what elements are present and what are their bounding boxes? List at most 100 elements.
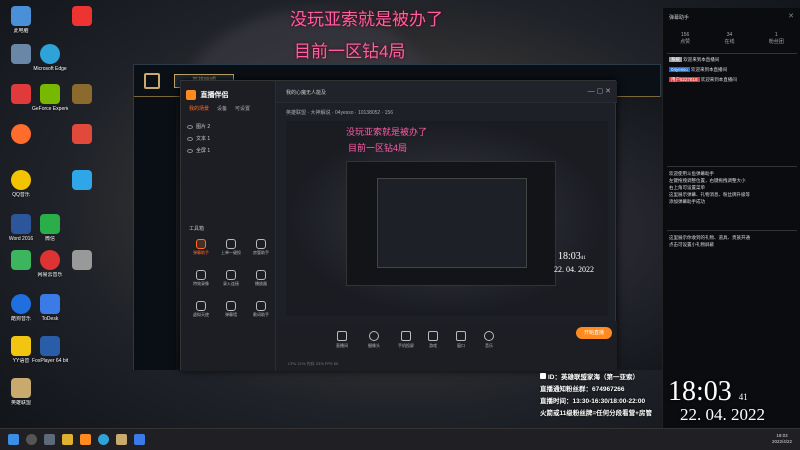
close-icon[interactable]: ✕ bbox=[788, 12, 794, 20]
qqmusic-icon bbox=[11, 170, 31, 190]
helper-logo: 直播伴侣 bbox=[186, 86, 246, 100]
bottom-tool[interactable]: 摄像头 bbox=[368, 331, 380, 349]
tool-icon bbox=[256, 239, 266, 249]
tab-settings[interactable]: 可设置 bbox=[235, 105, 250, 112]
preview-clock: 18:0341 bbox=[558, 251, 586, 262]
desktop-icon[interactable] bbox=[3, 84, 39, 128]
search-icon[interactable] bbox=[26, 434, 37, 445]
app-64-icon bbox=[72, 6, 92, 26]
tool-item[interactable]: 歌词助手 bbox=[247, 301, 275, 318]
streamer-id: ID：英雄联盟家海（第一亚索） bbox=[540, 371, 639, 381]
tool-icon bbox=[196, 301, 206, 311]
eye-icon[interactable] bbox=[187, 124, 193, 129]
danmu-icon bbox=[196, 239, 206, 249]
desktop-icon[interactable]: QQ音乐 bbox=[3, 170, 39, 214]
bottom-tool[interactable]: 手机投屏 bbox=[398, 331, 414, 349]
yy-icon bbox=[11, 336, 31, 356]
stream-overlay-line2: 目前一区钻4局 bbox=[294, 42, 406, 61]
tool-item[interactable]: 特效录像 bbox=[187, 270, 215, 287]
desktop-icon[interactable] bbox=[64, 170, 100, 214]
eye-icon[interactable] bbox=[187, 148, 193, 153]
desktop-icon[interactable]: 英雄联盟 bbox=[3, 378, 39, 422]
panel-notice: 欢迎使用斗鱼弹幕助手 左键拖拽调整位置，右键拖拽调整大小 右上角可设置菜单 这里… bbox=[669, 171, 750, 204]
douyu-taskbar-icon[interactable] bbox=[80, 434, 91, 445]
stat-online: 34 在线 bbox=[724, 32, 735, 45]
lol-sidebar bbox=[134, 97, 176, 370]
system-clock[interactable]: 18:03 2022/4/22 bbox=[772, 433, 792, 445]
live-meta-bar: 英雄联盟 · 大神解说 · 04yesso · 10138052 · 156 bbox=[286, 110, 393, 116]
foxplayer-icon bbox=[40, 336, 60, 356]
tool-icon bbox=[256, 270, 266, 280]
tool-item[interactable]: 虚拟天使 bbox=[187, 301, 215, 318]
kugou-icon bbox=[11, 294, 31, 314]
nested-preview bbox=[346, 161, 556, 286]
lol-taskbar-icon[interactable] bbox=[116, 434, 127, 445]
preview-overlay-line2: 目前一区钻4局 bbox=[348, 143, 408, 153]
tab-scenes[interactable]: 我的场景 bbox=[189, 105, 209, 112]
taskbar: 18:03 2022/4/22 bbox=[0, 428, 800, 450]
start-icon[interactable] bbox=[8, 434, 19, 445]
bottom-tool[interactable]: 直播间 bbox=[336, 331, 348, 349]
scene-item[interactable]: 全屏 1 bbox=[187, 147, 210, 154]
lol-icon bbox=[11, 378, 31, 398]
desktop-icon[interactable] bbox=[3, 124, 39, 168]
browser-icon bbox=[72, 170, 92, 190]
tool-item[interactable]: 播放器 bbox=[247, 270, 275, 287]
douyu-helper-window[interactable]: 直播伴侣 我的场景 设备 可设置 图片 2 文本 1 全屏 1 工具箱 弹幕助手… bbox=[180, 80, 617, 371]
desktop-icon-area: 此电脑 FoxPlayer 64 bit 微信 Microsoft Edge G… bbox=[0, 0, 125, 420]
bottom-tool[interactable]: 窗口 bbox=[456, 331, 466, 349]
netease-music-icon bbox=[40, 250, 60, 270]
desktop-icon[interactable] bbox=[64, 6, 100, 50]
music-icon bbox=[484, 331, 494, 341]
desktop-icon[interactable]: ToDesk bbox=[32, 294, 68, 338]
desktop-icon[interactable]: YY语音 bbox=[3, 336, 39, 380]
divider bbox=[667, 53, 797, 54]
edge-taskbar-icon[interactable] bbox=[98, 434, 109, 445]
stat-likes: 156 点赞 bbox=[680, 32, 691, 45]
desktop-icon[interactable] bbox=[3, 250, 39, 294]
scene-item[interactable]: 文本 1 bbox=[187, 135, 210, 142]
tool-item[interactable]: 录入连接 bbox=[217, 270, 245, 287]
stream-preview[interactable]: 没玩亚索就是被办了 目前一区钻4局 18:0341 22. 04. 2022 bbox=[286, 121, 608, 316]
start-live-button[interactable]: 开始直播 bbox=[576, 327, 612, 339]
tool-item[interactable]: 弹幕墙 bbox=[217, 301, 245, 318]
task-view-icon[interactable] bbox=[44, 434, 55, 445]
preview-date: 22. 04. 2022 bbox=[554, 265, 594, 274]
desktop-icon[interactable] bbox=[64, 124, 100, 168]
app-name: 直播伴侣 bbox=[200, 91, 229, 99]
lol-icon bbox=[72, 84, 92, 104]
tool-item[interactable]: 上单一键投 bbox=[217, 239, 245, 256]
tool-danmu-helper[interactable]: 弹幕助手 bbox=[187, 239, 215, 256]
desktop-icon[interactable] bbox=[64, 84, 100, 128]
douyu-logo-icon bbox=[186, 89, 196, 100]
bottom-tool[interactable]: 游戏 bbox=[428, 331, 438, 349]
tool-icon bbox=[226, 270, 236, 280]
live-title[interactable]: 我的心魔无人能及 bbox=[286, 89, 326, 96]
tool-item[interactable]: 房管助手 bbox=[247, 239, 275, 256]
danmu-helper-panel[interactable]: 弹幕助手 ✕ 156 点赞 34 在线 1 粉丝团 系统 欢迎来到本直播间 04yes… bbox=[662, 8, 800, 428]
explorer-icon[interactable] bbox=[62, 434, 73, 445]
camera-icon bbox=[369, 331, 379, 341]
scene-item[interactable]: 图片 2 bbox=[187, 123, 210, 130]
word-icon bbox=[11, 214, 31, 234]
window-controls[interactable]: — ▢ ✕ bbox=[588, 87, 611, 95]
divider bbox=[667, 166, 797, 167]
divider bbox=[667, 230, 797, 231]
fan-group: 直播通知粉丝群：674967266 bbox=[540, 386, 625, 393]
desktop-icon[interactable] bbox=[3, 44, 39, 88]
desktop-icon[interactable] bbox=[64, 250, 100, 294]
preview-overlay-line1: 没玩亚索就是被办了 bbox=[346, 127, 428, 137]
app-taskbar-icon[interactable] bbox=[134, 434, 145, 445]
tab-devices[interactable]: 设备 bbox=[217, 105, 227, 112]
status-bar: CPU 21% 内存 23% FPS 60 bbox=[288, 361, 339, 366]
overlay-clock: 18:03 41 bbox=[668, 376, 748, 407]
toolbox-grid: 弹幕助手 上单一键投 房管助手 特效录像 录入连接 播放器 虚拟天使 弹幕墙 歌… bbox=[187, 239, 275, 318]
computer-icon bbox=[11, 6, 31, 26]
game-icon bbox=[428, 331, 438, 341]
stream-rules: 火箭或11级粉丝牌=任何分段看营+房管 bbox=[540, 410, 652, 417]
bottom-tool[interactable]: 音乐 bbox=[484, 331, 494, 349]
lol-logo-icon bbox=[144, 73, 160, 89]
eye-icon[interactable] bbox=[187, 136, 193, 141]
chat-message: 系统 欢迎来到本直播间 bbox=[669, 57, 720, 62]
stream-overlay-line1: 没玩亚索就是被办了 bbox=[290, 10, 443, 29]
